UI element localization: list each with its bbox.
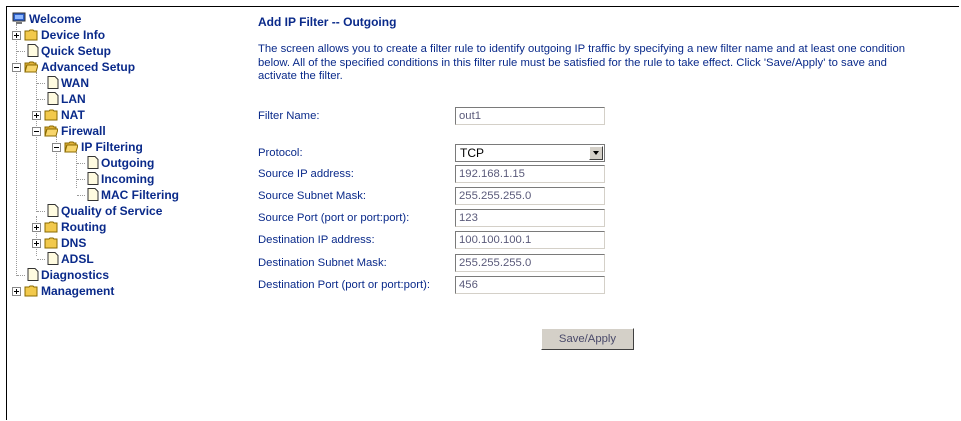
folder-icon: [44, 109, 58, 121]
tree-connector: [76, 152, 77, 188]
tree-label: NAT: [61, 108, 85, 122]
expand-plus-icon[interactable]: [32, 223, 41, 232]
destination-mask-label: Destination Subnet Mask:: [258, 257, 387, 269]
tree-label: LAN: [61, 92, 86, 106]
tree-label: Incoming: [101, 172, 155, 186]
source-ip-input[interactable]: 192.168.1.15: [455, 165, 605, 183]
tree-connector: [17, 275, 25, 276]
tree-label: ADSL: [61, 252, 94, 266]
folder-icon: [44, 237, 58, 249]
collapse-minus-icon[interactable]: [12, 63, 21, 72]
tree-label: Diagnostics: [41, 268, 110, 282]
expand-plus-icon[interactable]: [32, 239, 41, 248]
folder-icon: [24, 285, 38, 297]
tree-connector: [77, 179, 85, 180]
destination-port-input[interactable]: 456: [455, 276, 605, 294]
open-folder-icon: [24, 61, 38, 73]
folder-icon: [24, 29, 38, 41]
source-mask-label: Source Subnet Mask:: [258, 190, 367, 202]
document-icon: [47, 204, 59, 217]
tree-connector: [37, 99, 45, 100]
tree-label: Device Info: [41, 28, 106, 42]
tree-label: IP Filtering: [81, 140, 143, 154]
save-apply-button[interactable]: Save/Apply: [541, 328, 634, 350]
tree-connector: [17, 51, 25, 52]
document-icon: [87, 188, 99, 201]
expand-plus-icon[interactable]: [12, 287, 21, 296]
source-port-label: Source Port (port or port:port):: [258, 212, 410, 224]
tree-label: Routing: [61, 220, 107, 234]
tree-connector: [37, 211, 45, 212]
chevron-down-icon[interactable]: [589, 146, 603, 160]
tree-label: Firewall: [61, 124, 106, 138]
document-icon: [47, 76, 59, 89]
destination-mask-input[interactable]: 255.255.255.0: [455, 254, 605, 272]
tree-label: Quick Setup: [41, 44, 112, 58]
protocol-selected-value: TCP: [460, 146, 484, 160]
document-icon: [87, 172, 99, 185]
tree-connector: [37, 83, 45, 84]
destination-port-label: Destination Port (port or port:port):: [258, 279, 431, 291]
document-icon: [47, 92, 59, 105]
tree-connector: [77, 163, 85, 164]
tree-connector: [36, 72, 37, 212]
filter-name-label: Filter Name:: [258, 110, 320, 122]
tree-connector: [37, 259, 45, 260]
filter-name-input[interactable]: out1: [455, 107, 605, 125]
collapse-minus-icon[interactable]: [52, 143, 61, 152]
source-ip-label: Source IP address:: [258, 168, 354, 180]
document-icon: [27, 268, 39, 281]
tree-label: MAC Filtering: [101, 188, 179, 202]
tree-label: Management: [41, 284, 115, 298]
source-port-input[interactable]: 123: [455, 209, 605, 227]
tree-label: Advanced Setup: [41, 60, 136, 74]
tree-label: DNS: [61, 236, 87, 250]
tree-label: Welcome: [29, 12, 82, 26]
open-folder-icon: [44, 125, 58, 137]
page-description: The screen allows you to create a filter…: [258, 43, 906, 82]
tree-label: Outgoing: [101, 156, 155, 170]
document-icon: [47, 252, 59, 265]
open-folder-icon: [64, 141, 78, 153]
tree-label: Quality of Service: [61, 204, 163, 218]
tree-connector: [77, 195, 85, 196]
destination-ip-label: Destination IP address:: [258, 234, 375, 246]
document-icon: [87, 156, 99, 169]
source-mask-input[interactable]: 255.255.255.0: [455, 187, 605, 205]
document-icon: [27, 44, 39, 57]
tree-connector: [36, 216, 37, 256]
expand-plus-icon[interactable]: [32, 111, 41, 120]
destination-ip-input[interactable]: 100.100.100.1: [455, 231, 605, 249]
protocol-select[interactable]: TCP: [455, 144, 605, 162]
page-title: Add IP Filter -- Outgoing: [258, 15, 397, 29]
tree-connector: [16, 24, 17, 276]
navigation-tree: Welcome Device Info Quick Setup Advanced…: [12, 10, 242, 310]
monitor-icon: [12, 12, 26, 24]
tree-label: WAN: [61, 76, 89, 90]
folder-icon: [44, 221, 58, 233]
expand-plus-icon[interactable]: [12, 31, 21, 40]
protocol-label: Protocol:: [258, 147, 303, 159]
collapse-minus-icon[interactable]: [32, 127, 41, 136]
